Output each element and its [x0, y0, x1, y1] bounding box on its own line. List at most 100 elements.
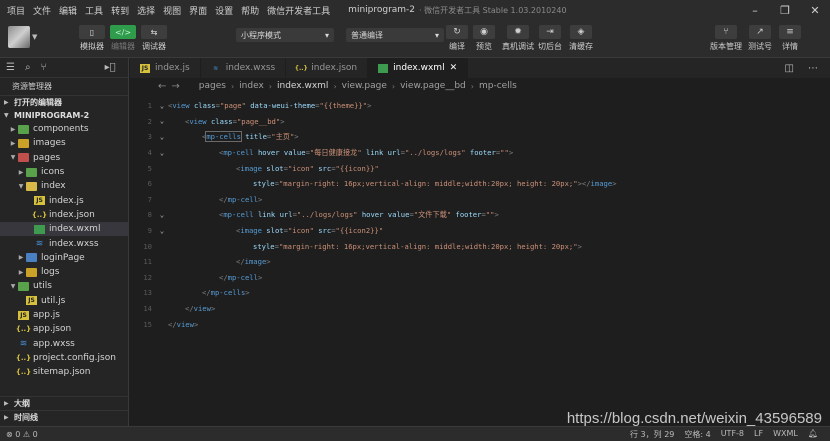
close-icon[interactable]: ✕ — [450, 63, 458, 73]
breadcrumb-item[interactable]: index — [239, 81, 264, 91]
tree-item[interactable]: ≋ index.wxss — [0, 236, 128, 250]
split-editor-icon[interactable]: ◫ — [785, 63, 794, 74]
code-token: </ — [168, 319, 177, 329]
avatar[interactable] — [8, 26, 30, 48]
encoding[interactable]: UTF-8 — [721, 429, 744, 440]
tree-item[interactable]: ▼ pages — [0, 151, 128, 165]
mode-select-value: 小程序模式 — [241, 30, 281, 40]
tree-item[interactable]: ≋ app.wxss — [0, 336, 128, 350]
chevron-right-icon: ▶ — [18, 268, 24, 276]
tree-item[interactable]: ▶ components — [0, 122, 128, 136]
tab-index-json[interactable]: {..} index.json — [286, 58, 369, 78]
menu-item[interactable]: 选择 — [133, 4, 159, 17]
menu-item[interactable]: 帮助 — [237, 4, 263, 17]
fold-chevron-icon[interactable]: ⌄ — [156, 117, 168, 125]
back-arrow-icon[interactable]: ← — [158, 81, 166, 92]
mode-select[interactable]: 小程序模式 ▾ — [236, 28, 334, 42]
chevron-down-icon[interactable]: ▼ — [32, 33, 37, 41]
fold-chevron-icon[interactable]: ⌄ — [156, 211, 168, 219]
code-line: 11 </image> — [130, 254, 830, 270]
open-editors-section[interactable]: ▶ 打开的编辑器 — [0, 96, 128, 109]
breadcrumb-item[interactable]: view.page__bd — [400, 81, 466, 91]
line-number: 13 — [143, 288, 152, 298]
tree-item[interactable]: {..} project.config.json — [0, 351, 128, 365]
run-icon[interactable]: ▸⃒ — [105, 62, 116, 73]
language-mode[interactable]: WXML — [773, 429, 798, 440]
maximize-button[interactable]: ❐ — [770, 0, 800, 20]
menu-item[interactable]: 工具 — [81, 4, 107, 17]
indent-spaces[interactable]: 空格: 4 — [684, 429, 710, 440]
cursor-position[interactable]: 行 3，列 29 — [630, 429, 674, 440]
more-icon[interactable]: ⋯ — [808, 63, 818, 74]
tab-index-wxss[interactable]: ≋ index.wxss — [201, 58, 287, 78]
problems-indicator[interactable]: ⊗ 0 ⚠ 0 — [0, 430, 38, 439]
breadcrumb-item[interactable]: mp-cells — [479, 81, 517, 91]
tree-item[interactable]: ▼ index — [0, 179, 128, 193]
compile-select[interactable]: 普通编译 ▾ — [346, 28, 444, 42]
forward-arrow-icon[interactable]: → — [171, 81, 179, 92]
search-icon[interactable]: ⌕ — [25, 62, 31, 73]
menu-item[interactable]: 界面 — [185, 4, 211, 17]
tree-item[interactable]: ▶ loginPage — [0, 251, 128, 265]
tree-item[interactable]: ▶ icons — [0, 165, 128, 179]
tree-item[interactable]: index.wxml — [0, 222, 128, 237]
test-id-button[interactable]: ↗ 测试号 — [748, 25, 772, 52]
details-button[interactable]: ≡ 详情 — [779, 25, 801, 52]
minimize-button[interactable]: – — [740, 0, 770, 20]
tree-item[interactable]: JS app.js — [0, 308, 128, 322]
tree-item[interactable]: JS util.js — [0, 294, 128, 308]
debugger-button[interactable]: ⇆ 调试器 — [139, 25, 169, 52]
code-token: "{{icon}}" — [335, 163, 379, 173]
editor-button[interactable]: </> 编辑器 — [108, 25, 138, 52]
outline-section[interactable]: ▶ 大纲 — [0, 396, 129, 410]
menu-item[interactable]: 文件 — [29, 4, 55, 17]
tree-item[interactable]: {..} sitemap.json — [0, 365, 128, 379]
version-mgmt-button[interactable]: ⑂ 版本管理 — [710, 25, 742, 52]
menu-item[interactable]: 转到 — [107, 4, 133, 17]
clear-cache-button[interactable]: ◈ 清缓存 — [569, 25, 593, 52]
tree-item[interactable]: {..} app.json — [0, 322, 128, 336]
fold-chevron-icon[interactable]: ⌄ — [156, 133, 168, 141]
compile-button[interactable]: ↻ 编译 — [446, 25, 468, 52]
close-button[interactable]: ✕ — [800, 0, 830, 20]
list-icon[interactable]: ☰ — [6, 62, 15, 73]
fold-chevron-icon[interactable]: ⌄ — [156, 227, 168, 235]
tab-index-js[interactable]: JS index.js — [130, 58, 201, 78]
tree-item[interactable]: {..} index.json — [0, 208, 128, 222]
breadcrumb-item[interactable]: pages — [199, 81, 226, 91]
line-number: 9 — [147, 226, 152, 236]
menu-item[interactable]: 微信开发者工具 — [263, 4, 334, 17]
tab-label: index.json — [311, 63, 358, 73]
code-token: > — [193, 319, 199, 329]
tree-item[interactable]: ▼ utils — [0, 279, 128, 293]
real-debug-button[interactable]: ✹ 真机调试 — [502, 25, 534, 52]
tree-item[interactable]: JS index.js — [0, 193, 128, 207]
chevron-down-icon: ▾ — [434, 30, 439, 40]
chevron-right-icon: ▶ — [4, 414, 9, 421]
outline-label: 大纲 — [14, 399, 30, 408]
simulator-button[interactable]: ▯ 模拟器 — [77, 25, 107, 52]
breadcrumb-item[interactable]: view.page — [342, 81, 387, 91]
compile-select-value: 普通编译 — [351, 30, 383, 40]
window-controls: – ❐ ✕ — [740, 0, 830, 20]
timeline-section[interactable]: ▶ 时间线 — [0, 410, 129, 424]
menu-item[interactable]: 编辑 — [55, 4, 81, 17]
project-section[interactable]: ▼ MINIPROGRAM-2 — [0, 109, 128, 122]
bell-icon[interactable]: 🔔︎ — [808, 429, 818, 440]
menu-item[interactable]: 视图 — [159, 4, 185, 17]
source-control-icon[interactable]: ⑂ — [41, 62, 47, 73]
tree-item[interactable]: ▶ images — [0, 136, 128, 150]
breadcrumb-item[interactable]: index.wxml — [277, 81, 328, 91]
menu-item[interactable]: 项目 — [0, 4, 29, 17]
fold-chevron-icon[interactable]: ⌄ — [156, 149, 168, 157]
fold-chevron-icon[interactable]: ⌄ — [156, 102, 168, 110]
tree-item[interactable]: ▶ logs — [0, 265, 128, 279]
preview-button[interactable]: ◉ 预览 — [473, 25, 495, 52]
code-editor[interactable]: 1 ⌄ <view class="page" data-weui-theme="{{… — [130, 94, 830, 426]
tab-index-wxml[interactable]: index.wxml ✕ — [368, 58, 469, 78]
menu-item[interactable]: 设置 — [211, 4, 237, 17]
code-text: <mp-cell link url="../logs/logs" hover v… — [168, 210, 499, 220]
folder-icon — [26, 267, 37, 277]
line-ending[interactable]: LF — [754, 429, 763, 440]
background-button[interactable]: ⇥ 切后台 — [538, 25, 562, 52]
